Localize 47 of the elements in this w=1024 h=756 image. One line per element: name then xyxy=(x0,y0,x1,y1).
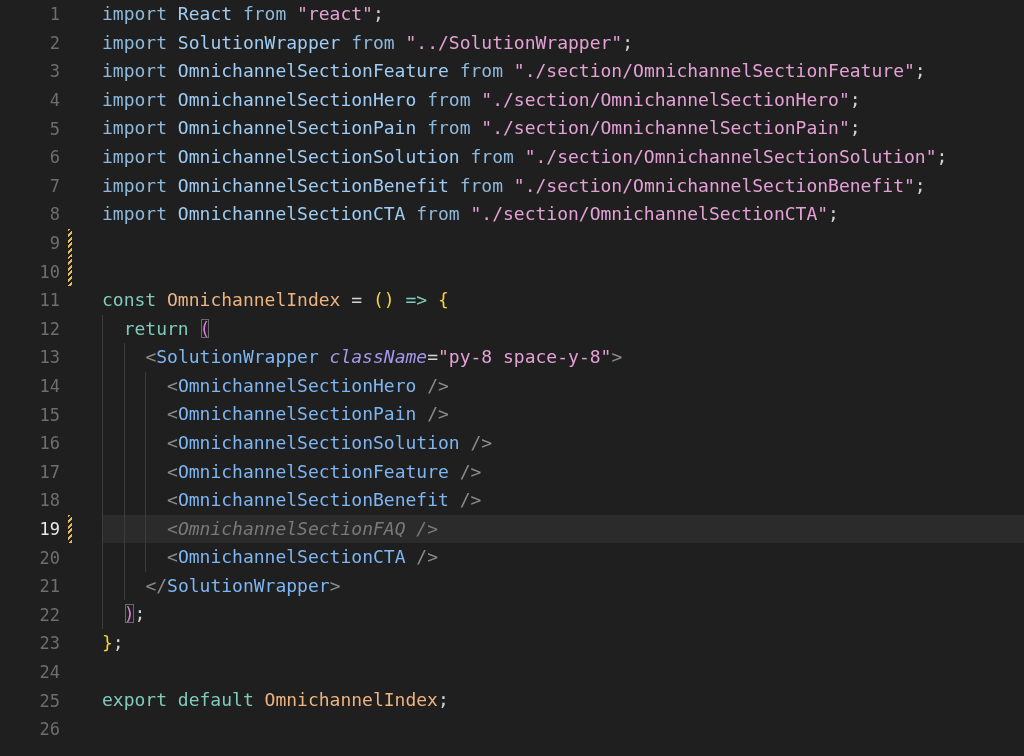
line-number: 21 xyxy=(38,575,60,598)
code-line: return ( xyxy=(102,314,1024,344)
line-number: 10 xyxy=(38,260,60,283)
code-line: import OmnichannelSectionBenefit from "./section/OmnichannelSectionBenefit"; xyxy=(102,173,927,198)
line-number: 20 xyxy=(38,546,60,569)
code-line: <OmnichannelSectionBenefit /> xyxy=(102,486,1024,515)
line-number: 11 xyxy=(38,289,60,312)
code-line: import SolutionWrapper from "../SolutionWrapper"; xyxy=(102,30,635,55)
line-number: 12 xyxy=(38,317,60,340)
line-number: 17 xyxy=(38,460,60,483)
code-line: ); xyxy=(102,600,1024,630)
line-number: 19 xyxy=(38,518,60,540)
code-line: export default OmnichannelIndex; xyxy=(102,688,450,713)
line-number: 14 xyxy=(38,375,60,397)
code-line: import OmnichannelSectionCTA from "./section/OmnichannelSectionCTA"; xyxy=(102,202,840,227)
code-line: import OmnichannelSectionFeature from "./section/OmnichannelSectionFeature"; xyxy=(102,59,927,84)
code-line: import React from "react"; xyxy=(102,2,385,26)
line-number: 8 xyxy=(48,203,60,226)
line-number: 6 xyxy=(48,146,60,169)
code-line: <OmnichannelSectionHero /> xyxy=(102,371,1024,401)
line-number: 25 xyxy=(38,689,60,712)
line-number: 22 xyxy=(38,603,60,626)
line-number: 16 xyxy=(38,432,60,455)
line-number: 4 xyxy=(48,89,60,112)
code-line: import OmnichannelSectionSolution from "./section/OmnichannelSectionSolution"; xyxy=(102,144,949,169)
code-line: import OmnichannelSectionHero from "./section/OmnichannelSectionHero"; xyxy=(102,87,862,112)
line-number: 7 xyxy=(48,174,60,197)
line-number: 9 xyxy=(48,232,60,255)
code-line: const OmnichannelIndex = () => { xyxy=(102,287,450,312)
line-number: 3 xyxy=(48,60,60,83)
code-line: import OmnichannelSectionPain from "./section/OmnichannelSectionPain"; xyxy=(102,116,862,141)
code-line: <OmnichannelSectionFeature /> xyxy=(102,457,1024,487)
line-number: 18 xyxy=(38,489,60,512)
code-line: }; xyxy=(102,631,125,656)
code-line: <OmnichannelSectionSolution /> xyxy=(102,428,1024,458)
line-number: 13 xyxy=(38,346,60,369)
code-line: <SolutionWrapper className="py-8 space-y-8"> xyxy=(102,343,1024,372)
line-number: 1 xyxy=(48,3,60,26)
line-number: 5 xyxy=(48,117,60,140)
code-line: <OmnichannelSectionPain /> xyxy=(102,400,1024,429)
line-number: 26 xyxy=(38,718,60,741)
code-line: </SolutionWrapper> xyxy=(102,571,1024,601)
line-number: 2 xyxy=(48,31,60,54)
line-number: 23 xyxy=(38,632,60,655)
line-number: 24 xyxy=(38,660,60,683)
code-line: <OmnichannelSectionCTA /> xyxy=(102,543,1024,572)
line-number: 15 xyxy=(38,403,60,426)
